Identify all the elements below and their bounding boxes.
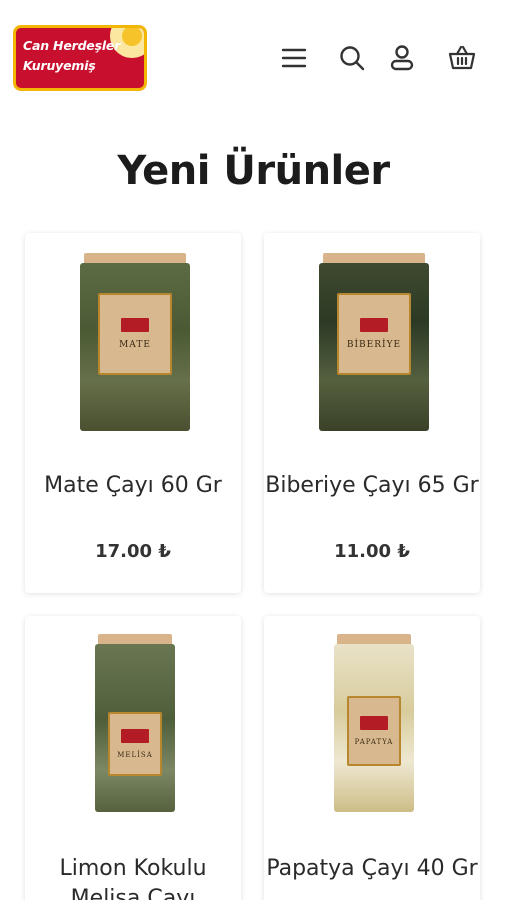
product-image[interactable]: BİBERİYE xyxy=(319,253,429,438)
package-label-text: PAPATYA xyxy=(354,738,394,746)
package-brand-badge xyxy=(359,318,388,332)
product-name[interactable]: Papatya Çayı 40 Gr xyxy=(264,854,480,884)
brand-logo[interactable]: Can Herdeşler Kuruyemiş xyxy=(13,25,147,91)
package-label-text: BİBERİYE xyxy=(346,340,402,350)
section-title: Yeni Ürünler xyxy=(117,148,390,194)
product-card[interactable]: MATE Mate Çayı 60 Gr 17.00 ₺ xyxy=(25,233,241,593)
product-image[interactable]: MELİSA xyxy=(95,634,175,819)
package-label: MATE xyxy=(97,293,173,375)
menu-icon[interactable] xyxy=(276,40,312,76)
package-label-text: MELİSA xyxy=(117,751,153,759)
basket-icon[interactable] xyxy=(444,40,480,76)
product-image[interactable]: MATE xyxy=(80,253,190,438)
package-label: MELİSA xyxy=(107,712,163,776)
logo-text-line-1: Can Herdeşler xyxy=(23,38,121,53)
product-name[interactable]: Limon Kokulu Melisa Çayı xyxy=(25,854,241,900)
package-label: PAPATYA xyxy=(346,696,402,766)
product-name[interactable]: Mate Çayı 60 Gr xyxy=(25,471,241,501)
site-header: Can Herdeşler Kuruyemiş xyxy=(0,0,507,115)
package-brand-badge xyxy=(120,729,149,743)
product-name[interactable]: Biberiye Çayı 65 Gr xyxy=(264,471,480,501)
package-brand-badge xyxy=(120,318,149,332)
product-price: 17.00 ₺ xyxy=(95,541,171,562)
package-brand-badge xyxy=(359,716,388,730)
product-price: 11.00 ₺ xyxy=(334,541,410,562)
product-card[interactable]: MELİSA Limon Kokulu Melisa Çayı xyxy=(25,616,241,900)
product-card[interactable]: BİBERİYE Biberiye Çayı 65 Gr 11.00 ₺ xyxy=(264,233,480,593)
product-card[interactable]: PAPATYA Papatya Çayı 40 Gr xyxy=(264,616,480,900)
product-image[interactable]: PAPATYA xyxy=(334,634,414,819)
logo-text-line-2: Kuruyemiş xyxy=(23,58,96,73)
search-icon[interactable] xyxy=(334,40,370,76)
package-label-text: MATE xyxy=(119,340,151,350)
user-icon[interactable] xyxy=(384,40,420,76)
sun-core-graphic xyxy=(122,28,142,46)
package-label: BİBERİYE xyxy=(336,293,412,375)
